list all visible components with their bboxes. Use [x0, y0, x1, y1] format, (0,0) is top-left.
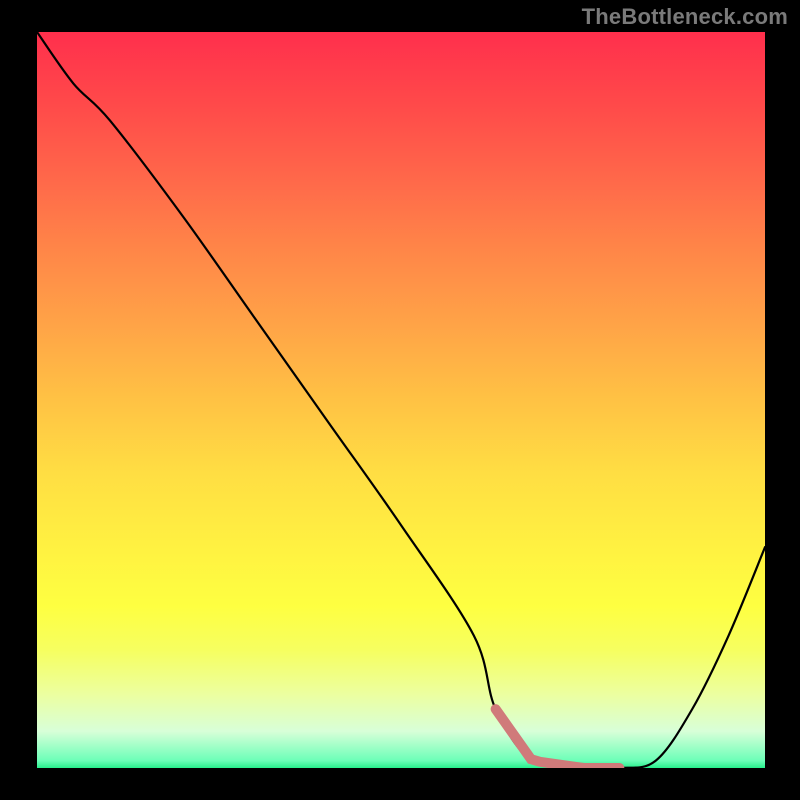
- chart-container: TheBottleneck.com: [0, 0, 800, 800]
- chart-svg: [37, 32, 765, 768]
- best-match-highlight: [496, 709, 620, 768]
- attribution-text: TheBottleneck.com: [582, 4, 788, 30]
- plot-area: [37, 32, 765, 768]
- bottleneck-curve: [37, 32, 765, 768]
